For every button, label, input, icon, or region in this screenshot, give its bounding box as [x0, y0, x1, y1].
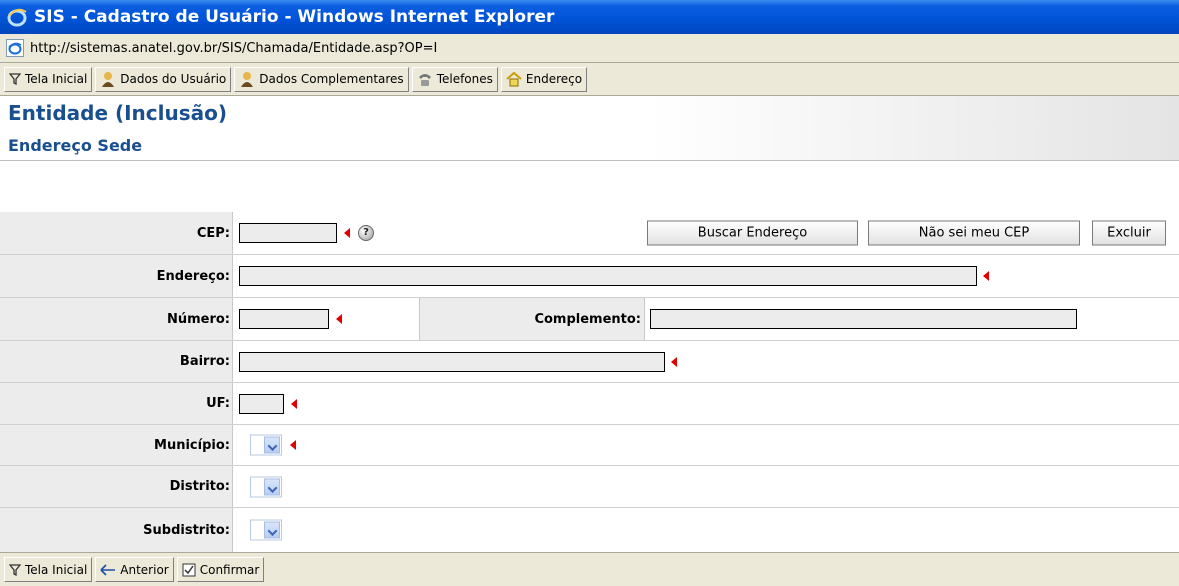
- dados-complementares-label: Dados Complementares: [259, 72, 404, 86]
- endereco-row: Endereço:: [0, 255, 1179, 298]
- distrito-label: Distrito:: [0, 466, 233, 507]
- required-marker-icon: [291, 398, 297, 409]
- numero-input[interactable]: [239, 309, 329, 329]
- municipio-label: Município:: [0, 425, 233, 465]
- confirmar-button[interactable]: Confirmar: [176, 557, 265, 582]
- required-marker-icon: [336, 314, 342, 324]
- user-icon: [241, 72, 254, 87]
- nao-sei-meu-cep-button[interactable]: Não sei meu CEP: [868, 220, 1080, 246]
- subdistrito-select[interactable]: [250, 519, 282, 541]
- house-icon: [506, 71, 522, 87]
- dados-do-usuario-button[interactable]: Dados do Usuário: [95, 66, 232, 92]
- address-url[interactable]: http://sistemas.anatel.gov.br/SIS/Chamad…: [30, 41, 437, 56]
- excluir-button[interactable]: Excluir: [1092, 220, 1166, 246]
- subdistrito-row: Subdistrito:: [0, 508, 1179, 552]
- page-title: Entidade (Inclusão): [0, 96, 1179, 131]
- distrito-select[interactable]: [250, 476, 282, 497]
- address-bar[interactable]: http://sistemas.anatel.gov.br/SIS/Chamad…: [0, 34, 1179, 63]
- endereco-input[interactable]: [239, 266, 977, 286]
- bairro-row: Bairro:: [0, 341, 1179, 383]
- required-marker-icon: [983, 271, 989, 281]
- municipio-select[interactable]: [250, 434, 282, 456]
- page-subtitle: Endereço Sede: [0, 131, 1179, 161]
- uf-input[interactable]: [239, 393, 284, 414]
- window-title-bar: SIS - Cadastro de Usuário - Windows Inte…: [0, 0, 1179, 34]
- checkbox-icon: [182, 563, 196, 576]
- window-title: SIS - Cadastro de Usuário - Windows Inte…: [34, 7, 555, 27]
- user-icon: [102, 72, 115, 87]
- anterior-label: Anterior: [120, 562, 169, 577]
- confirmar-label: Confirmar: [199, 562, 260, 577]
- complemento-input[interactable]: [650, 309, 1077, 329]
- arrow-left-icon: [100, 563, 116, 576]
- telefones-label: Telefones: [436, 72, 493, 86]
- numero-row: Número: Complemento:: [0, 298, 1179, 341]
- top-toolbar: Tela Inicial Dados do Usuário Dados Comp…: [0, 63, 1179, 96]
- uf-label: UF:: [0, 383, 233, 424]
- bairro-label: Bairro:: [0, 341, 233, 382]
- dados-complementares-button[interactable]: Dados Complementares: [234, 66, 409, 92]
- complemento-label: Complemento:: [419, 298, 645, 340]
- cep-input[interactable]: [239, 223, 337, 243]
- anterior-button[interactable]: Anterior: [95, 557, 174, 582]
- municipio-row: Município:: [0, 425, 1179, 466]
- chevron-down-icon[interactable]: [264, 521, 280, 539]
- endereco-button[interactable]: Endereço: [500, 66, 588, 92]
- chevron-down-icon[interactable]: [264, 478, 280, 495]
- tela-inicial-button[interactable]: Tela Inicial: [4, 66, 93, 92]
- subdistrito-label: Subdistrito:: [0, 508, 233, 552]
- endereco-label: Endereço:: [0, 255, 233, 297]
- internet-explorer-icon: [7, 8, 27, 27]
- filter-icon: [9, 563, 21, 576]
- numero-label: Número:: [0, 298, 233, 340]
- endereco-label: Endereço: [525, 72, 583, 86]
- telefones-button[interactable]: Telefones: [411, 66, 498, 92]
- phone-icon: [418, 74, 431, 86]
- required-marker-icon: [671, 356, 677, 367]
- tela-inicial-label: Tela Inicial: [25, 72, 88, 86]
- bottom-tela-inicial-label: Tela Inicial: [25, 562, 88, 577]
- uf-row: UF:: [0, 383, 1179, 425]
- filter-icon: [9, 73, 21, 85]
- dados-do-usuario-label: Dados do Usuário: [120, 72, 227, 86]
- bairro-input[interactable]: [239, 351, 665, 372]
- required-marker-icon: [344, 228, 350, 238]
- cep-label: CEP:: [0, 212, 233, 254]
- cep-row: CEP: ? Buscar Endereço Não sei meu CEP E…: [0, 212, 1179, 255]
- chevron-down-icon[interactable]: [264, 436, 280, 454]
- page-icon: [6, 39, 24, 57]
- help-icon[interactable]: ?: [358, 225, 374, 241]
- buscar-endereco-button[interactable]: Buscar Endereço: [647, 220, 858, 246]
- required-marker-icon: [290, 440, 296, 450]
- bottom-toolbar: Tela Inicial Anterior Confirmar: [0, 552, 1179, 586]
- bottom-tela-inicial-button[interactable]: Tela Inicial: [4, 557, 93, 582]
- distrito-row: Distrito:: [0, 466, 1179, 508]
